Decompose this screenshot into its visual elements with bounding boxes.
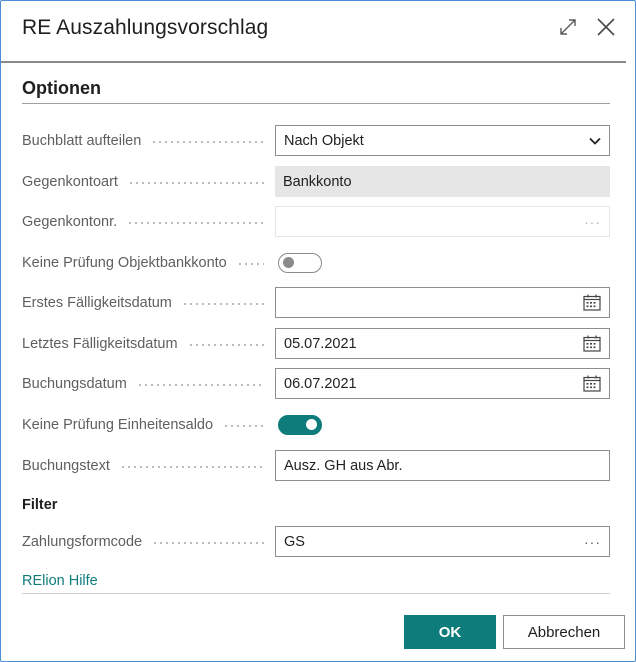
row-zahlungsformcode: Zahlungsformcode GS ··· [22,526,610,557]
lookup-ellipsis-icon[interactable]: ··· [584,527,601,556]
zahlungsformcode-input[interactable]: GS ··· [275,526,610,557]
buchungstext-input[interactable]: Ausz. GH aus Abr. [275,450,610,481]
header-divider [1,61,626,63]
row-keine-pruefung-einheitensaldo: Keine Prüfung Einheitensaldo [22,409,610,440]
gegenkontonr-input: ··· [275,206,610,237]
field-label: Buchungstext [22,450,272,481]
field-value: Bankkonto [283,173,352,190]
erstes-faelligkeitsdatum-input[interactable] [275,287,610,318]
field-label: Buchblatt aufteilen [22,125,272,156]
keine-pruefung-einheitensaldo-toggle[interactable] [278,415,322,435]
row-keine-pruefung-objektbankkonto: Keine Prüfung Objektbankkonto [22,247,610,278]
title-actions [556,15,618,39]
calendar-icon[interactable] [583,369,601,398]
options-heading: Optionen [22,78,101,98]
footer-divider [22,593,610,594]
row-gegenkontoart: Gegenkontoart Bankkonto [22,166,610,197]
field-label: Gegenkontonr. [22,206,272,237]
row-buchungstext: Buchungstext Ausz. GH aus Abr. [22,450,610,481]
options-divider [22,103,610,104]
toggle-knob [306,419,317,430]
keine-pruefung-objektbankkonto-toggle[interactable] [278,253,322,273]
buchblatt-aufteilen-select[interactable]: Nach Objekt [275,125,610,156]
toggle-knob [283,257,294,268]
field-label: Keine Prüfung Objektbankkonto [22,247,272,278]
cancel-button[interactable]: Abbrechen [503,615,625,649]
calendar-icon[interactable] [583,329,601,358]
field-label: Gegenkontoart [22,166,272,197]
field-value: 06.07.2021 [284,375,357,392]
select-value: Nach Objekt [284,132,364,149]
field-value: Ausz. GH aus Abr. [284,457,403,474]
row-buchungsdatum: Buchungsdatum 06.07.2021 [22,368,610,399]
buchungsdatum-input[interactable]: 06.07.2021 [275,368,610,399]
letztes-faelligkeitsdatum-input[interactable]: 05.07.2021 [275,328,610,359]
field-label: Buchungsdatum [22,368,272,399]
field-value: 05.07.2021 [284,335,357,352]
ok-button[interactable]: OK [404,615,496,649]
calendar-icon[interactable] [583,288,601,317]
dialog: RE Auszahlungsvorschlag Optionen Buchbla… [0,0,636,662]
relion-help-link[interactable]: RElion Hilfe [22,573,98,589]
row-letztes-faelligkeitsdatum: Letztes Fälligkeitsdatum 05.07.2021 [22,328,610,359]
dialog-title: RE Auszahlungsvorschlag [22,16,269,39]
field-label: Letztes Fälligkeitsdatum [22,328,272,359]
filter-heading: Filter [22,497,58,513]
chevron-down-icon[interactable] [589,126,601,155]
field-label: Erstes Fälligkeitsdatum [22,287,272,318]
row-erstes-faelligkeitsdatum: Erstes Fälligkeitsdatum [22,287,610,318]
row-buchblatt-aufteilen: Buchblatt aufteilen Nach Objekt [22,125,610,156]
lookup-ellipsis-icon: ··· [584,213,601,230]
field-value: GS [284,533,305,550]
field-label: Keine Prüfung Einheitensaldo [22,409,272,440]
close-icon[interactable] [594,15,618,39]
row-gegenkontonr: Gegenkontonr. ··· [22,206,610,237]
field-label: Zahlungsformcode [22,526,272,557]
gegenkontoart-field: Bankkonto [275,166,610,197]
expand-icon[interactable] [556,15,580,39]
